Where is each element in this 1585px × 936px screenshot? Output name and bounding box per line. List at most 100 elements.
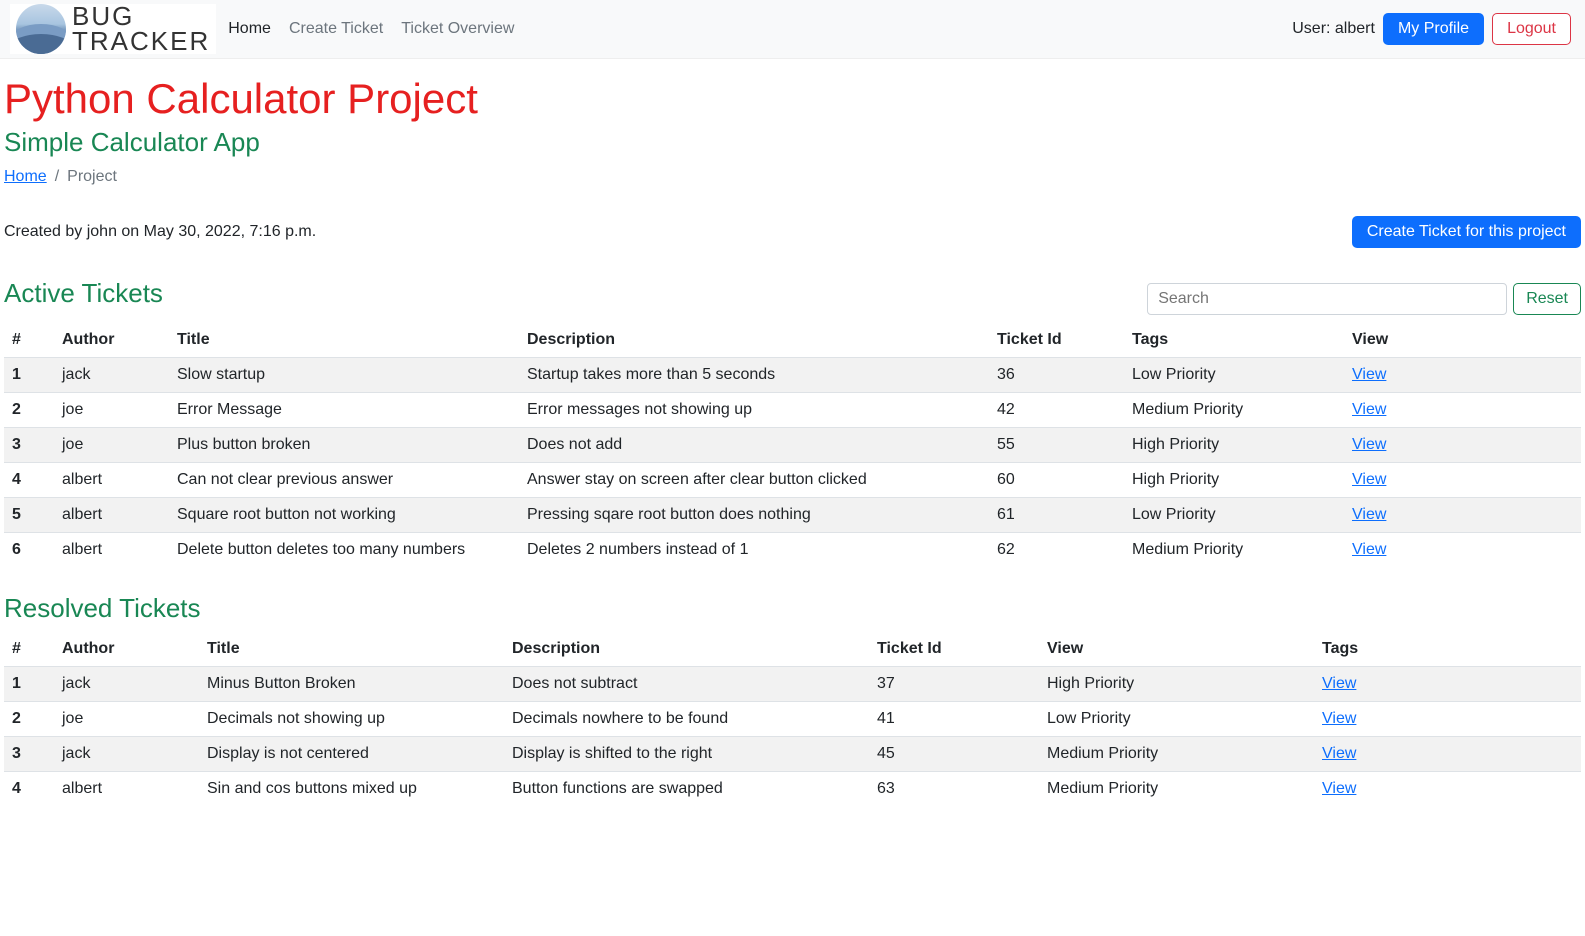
resolved-heading: Resolved Tickets — [4, 593, 1581, 624]
cell-desc: Answer stay on screen after clear button… — [519, 463, 989, 498]
breadcrumb-current: Project — [67, 168, 117, 186]
search-input[interactable] — [1147, 283, 1507, 315]
cell-author: albert — [54, 533, 169, 568]
cell-view: High Priority — [1039, 667, 1314, 702]
user-label: User: albert — [1292, 20, 1375, 38]
cell-author: jack — [54, 667, 199, 702]
search-row: Reset — [1147, 283, 1581, 315]
cell-author: joe — [54, 428, 169, 463]
cell-tags: Low Priority — [1124, 358, 1344, 393]
col-author: Author — [54, 632, 199, 667]
create-ticket-button[interactable]: Create Ticket for this project — [1352, 216, 1581, 248]
table-row: 1jackSlow startupStartup takes more than… — [4, 358, 1581, 393]
logo-text: BUG TRACKER — [72, 4, 210, 53]
view-link[interactable]: View — [1322, 745, 1356, 762]
cell-num: 1 — [4, 358, 54, 393]
cell-num: 3 — [4, 737, 54, 772]
content: Python Calculator Project Simple Calcula… — [0, 59, 1585, 826]
view-link[interactable]: View — [1322, 780, 1356, 797]
cell-author: jack — [54, 358, 169, 393]
cell-title: Error Message — [169, 393, 519, 428]
cell-view: View — [1344, 463, 1581, 498]
cell-view: View — [1344, 428, 1581, 463]
cell-title: Decimals not showing up — [199, 702, 504, 737]
breadcrumb-sep: / — [55, 168, 59, 186]
col-tags: Tags — [1124, 323, 1344, 358]
cell-author: albert — [54, 772, 199, 807]
table-row: 5albertSquare root button not workingPre… — [4, 498, 1581, 533]
view-link[interactable]: View — [1352, 401, 1386, 418]
view-link[interactable]: View — [1352, 366, 1386, 383]
cell-title: Plus button broken — [169, 428, 519, 463]
cell-title: Slow startup — [169, 358, 519, 393]
nav-ticket-overview[interactable]: Ticket Overview — [401, 20, 514, 38]
project-subtitle: Simple Calculator App — [4, 127, 1581, 158]
cell-num: 4 — [4, 772, 54, 807]
cell-tid: 61 — [989, 498, 1124, 533]
view-link[interactable]: View — [1352, 436, 1386, 453]
nav-right: User: albert My Profile Logout — [1292, 13, 1571, 45]
table-row: 1jackMinus Button BrokenDoes not subtrac… — [4, 667, 1581, 702]
cell-tags: View — [1314, 772, 1581, 807]
nav-create-ticket[interactable]: Create Ticket — [289, 20, 383, 38]
cell-title: Sin and cos buttons mixed up — [199, 772, 504, 807]
cell-tags: View — [1314, 737, 1581, 772]
cell-tags: High Priority — [1124, 428, 1344, 463]
view-link[interactable]: View — [1352, 541, 1386, 558]
cell-tid: 45 — [869, 737, 1039, 772]
view-link[interactable]: View — [1352, 471, 1386, 488]
cell-desc: Pressing sqare root button does nothing — [519, 498, 989, 533]
col-view: View — [1344, 323, 1581, 358]
table-row: 4albertCan not clear previous answerAnsw… — [4, 463, 1581, 498]
view-link[interactable]: View — [1352, 506, 1386, 523]
cell-tid: 55 — [989, 428, 1124, 463]
cell-tags: View — [1314, 702, 1581, 737]
cell-view: View — [1344, 393, 1581, 428]
cell-tid: 60 — [989, 463, 1124, 498]
cell-author: joe — [54, 702, 199, 737]
cell-desc: Error messages not showing up — [519, 393, 989, 428]
cell-title: Square root button not working — [169, 498, 519, 533]
cell-title: Delete button deletes too many numbers — [169, 533, 519, 568]
cell-desc: Startup takes more than 5 seconds — [519, 358, 989, 393]
created-by: Created by john on May 30, 2022, 7:16 p.… — [4, 223, 316, 241]
nav-home[interactable]: Home — [228, 20, 271, 38]
cell-num: 1 — [4, 667, 54, 702]
cell-view: Medium Priority — [1039, 772, 1314, 807]
cell-view: Low Priority — [1039, 702, 1314, 737]
nav-links: Home Create Ticket Ticket Overview — [228, 20, 1292, 38]
cell-tid: 36 — [989, 358, 1124, 393]
cell-num: 6 — [4, 533, 54, 568]
table-row: 3joePlus button brokenDoes not add55High… — [4, 428, 1581, 463]
cell-tid: 37 — [869, 667, 1039, 702]
cell-desc: Decimals nowhere to be found — [504, 702, 869, 737]
cell-tags: Medium Priority — [1124, 533, 1344, 568]
cell-author: jack — [54, 737, 199, 772]
reset-button[interactable]: Reset — [1513, 283, 1581, 315]
project-title: Python Calculator Project — [4, 75, 1581, 123]
col-tid: Ticket Id — [869, 632, 1039, 667]
meta-row: Created by john on May 30, 2022, 7:16 p.… — [4, 216, 1581, 248]
cell-tid: 63 — [869, 772, 1039, 807]
logout-button[interactable]: Logout — [1492, 13, 1571, 45]
cell-num: 3 — [4, 428, 54, 463]
view-link[interactable]: View — [1322, 675, 1356, 692]
view-link[interactable]: View — [1322, 710, 1356, 727]
active-table: # Author Title Description Ticket Id Tag… — [4, 323, 1581, 567]
logo[interactable]: BUG TRACKER — [10, 4, 216, 54]
my-profile-button[interactable]: My Profile — [1383, 13, 1484, 45]
cell-title: Can not clear previous answer — [169, 463, 519, 498]
col-author: Author — [54, 323, 169, 358]
cell-tags: High Priority — [1124, 463, 1344, 498]
cell-tags: Low Priority — [1124, 498, 1344, 533]
cell-desc: Does not add — [519, 428, 989, 463]
table-row: 2joeError MessageError messages not show… — [4, 393, 1581, 428]
col-title: Title — [199, 632, 504, 667]
cell-author: joe — [54, 393, 169, 428]
breadcrumb-home[interactable]: Home — [4, 168, 47, 186]
cell-num: 5 — [4, 498, 54, 533]
cell-tid: 41 — [869, 702, 1039, 737]
cell-tid: 42 — [989, 393, 1124, 428]
active-section-head: Active Tickets Reset — [4, 278, 1581, 315]
table-row: 4albertSin and cos buttons mixed upButto… — [4, 772, 1581, 807]
